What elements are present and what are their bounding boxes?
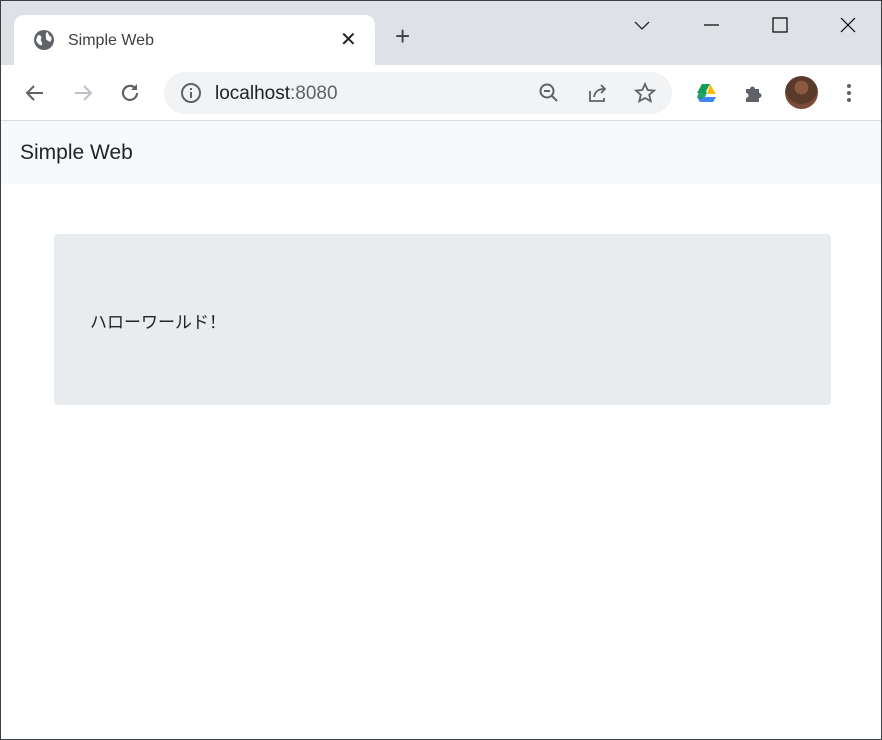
minimize-icon[interactable]	[699, 13, 723, 37]
share-icon[interactable]	[586, 81, 610, 105]
forward-icon[interactable]	[71, 81, 95, 105]
url-text[interactable]: localhost:8080	[215, 83, 338, 105]
globe-icon	[34, 30, 54, 50]
tab-simple-web[interactable]: Simple Web ✕	[14, 15, 375, 65]
message-card: ハローワールド！	[54, 234, 831, 405]
hello-message: ハローワールド！	[90, 313, 226, 333]
zoom-out-icon[interactable]	[537, 81, 561, 105]
new-tab-button[interactable]: +	[395, 23, 410, 49]
url-host: localhost	[215, 83, 290, 104]
profile-avatar[interactable]	[785, 76, 818, 109]
bookmark-star-icon[interactable]	[633, 81, 657, 105]
navbar: Simple Web	[1, 121, 881, 184]
tab-search-chevron-icon[interactable]	[630, 13, 654, 37]
close-window-icon[interactable]	[836, 13, 860, 37]
url-port: :8080	[290, 83, 338, 104]
tab-strip: Simple Web ✕ +	[1, 1, 881, 65]
browser-toolbar: localhost:8080	[1, 65, 881, 121]
back-icon[interactable]	[23, 81, 47, 105]
site-info-icon[interactable]	[179, 81, 203, 105]
address-bar[interactable]: localhost:8080	[164, 72, 672, 114]
reload-icon[interactable]	[118, 81, 142, 105]
extensions-puzzle-icon[interactable]	[742, 81, 766, 105]
tab-title: Simple Web	[68, 32, 154, 49]
navbar-brand[interactable]: Simple Web	[20, 141, 133, 165]
maximize-icon[interactable]	[768, 13, 792, 37]
more-menu-icon[interactable]	[837, 81, 861, 105]
google-drive-icon[interactable]	[694, 81, 718, 105]
tab-close-icon[interactable]: ✕	[340, 27, 357, 52]
